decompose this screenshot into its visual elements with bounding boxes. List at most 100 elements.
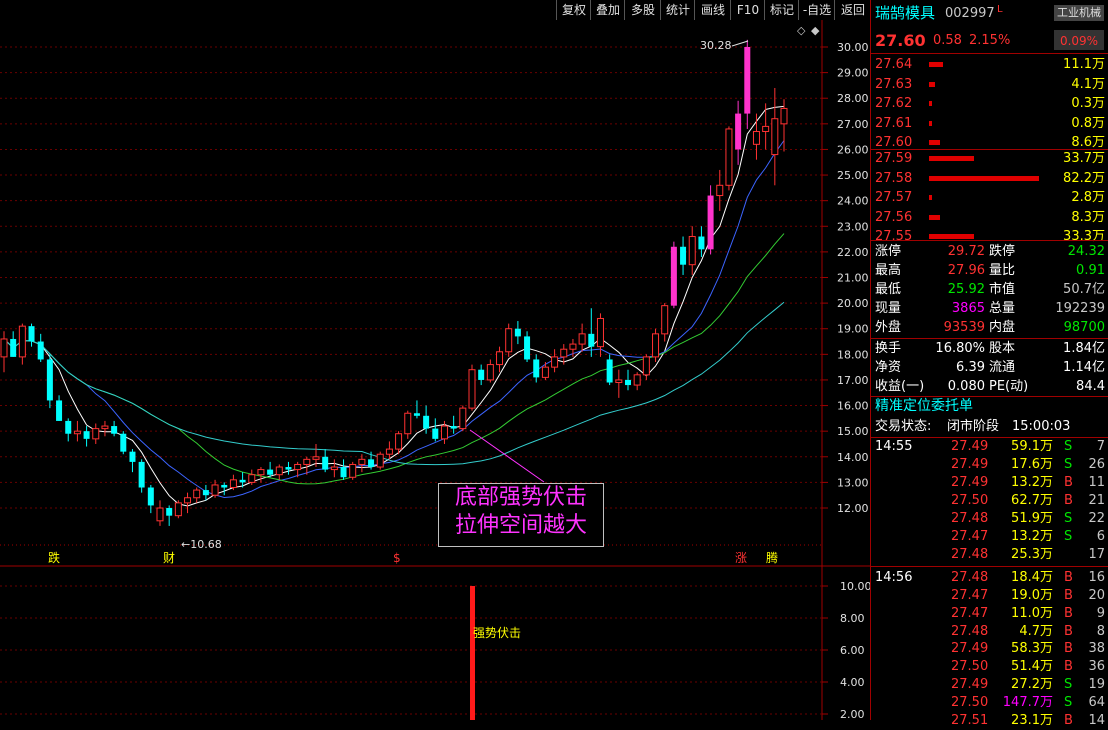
ask-row[interactable]: 27.61 0.8万 bbox=[871, 115, 1108, 133]
tick-count: 36 bbox=[1088, 659, 1105, 675]
quote-panel: 瑞鹄模具 002997 L 工业机械 27.60 0.58 2.15% 0.09… bbox=[870, 0, 1108, 728]
precise-order-link[interactable]: 精准定位委托单 bbox=[871, 396, 1108, 417]
ask-row[interactable]: 27.64 11.1万 bbox=[871, 56, 1108, 74]
book-price: 27.57 bbox=[875, 190, 913, 206]
tick-volume: 58.3万 bbox=[1011, 641, 1053, 657]
marker-cai: 财 bbox=[163, 551, 175, 565]
mark-button[interactable]: 标记 bbox=[764, 0, 799, 20]
tick-side: B bbox=[1064, 623, 1073, 639]
candle-body bbox=[615, 379, 623, 384]
tick-volume: 13.2万 bbox=[1011, 528, 1053, 544]
tick-row: 27.51 23.1万 B 14 bbox=[871, 712, 1108, 730]
candle-body bbox=[330, 466, 338, 471]
tick-volume: 4.7万 bbox=[1019, 623, 1053, 639]
stat-value: 98700 bbox=[1063, 320, 1105, 335]
tick-row: 27.48 4.7万 B 8 bbox=[871, 623, 1108, 641]
tick-row: 27.49 58.3万 B 38 bbox=[871, 640, 1108, 658]
overlay-button[interactable]: 叠加 bbox=[590, 0, 625, 20]
stat-row: 涨停 29.72 跌停 24.32 bbox=[871, 242, 1108, 261]
tick-volume: 13.2万 bbox=[1011, 474, 1053, 490]
tick-count: 17 bbox=[1088, 546, 1105, 562]
tick-volume: 11.0万 bbox=[1011, 605, 1053, 621]
tick-price: 27.48 bbox=[951, 510, 989, 526]
candle-body bbox=[771, 118, 779, 156]
price-change: 0.58 bbox=[933, 33, 962, 48]
bid-row[interactable]: 27.59 33.7万 bbox=[871, 150, 1108, 168]
fund-label: 换手 bbox=[875, 341, 902, 356]
tick-volume: 18.4万 bbox=[1011, 569, 1053, 585]
current-price: 27.60 bbox=[875, 31, 926, 50]
candle-body bbox=[184, 497, 192, 504]
candle-body bbox=[37, 341, 44, 360]
ask-row[interactable]: 27.62 0.3万 bbox=[871, 95, 1108, 113]
bid-row[interactable]: 27.58 82.2万 bbox=[871, 170, 1108, 188]
industry-button[interactable]: 工业机械 bbox=[1054, 5, 1104, 21]
price-tick: 26.00 bbox=[837, 143, 869, 156]
tick-price: 27.47 bbox=[951, 587, 989, 603]
candle-body bbox=[698, 236, 705, 250]
sub-tick: 4.00 bbox=[840, 676, 865, 689]
stat-value: 93539 bbox=[943, 320, 985, 335]
book-bar bbox=[929, 156, 974, 161]
tick-row: 27.47 19.0万 B 20 bbox=[871, 587, 1108, 605]
add-favorite-button[interactable]: -自选 bbox=[798, 0, 835, 20]
candle-body bbox=[596, 317, 604, 348]
candle-body bbox=[18, 325, 26, 358]
price-axis: 30.00 29.00 28.00 27.00 26.00 25.00 24.00 23.00… bbox=[822, 41, 869, 515]
kline-chart[interactable]: 30.00 29.00 28.00 27.00 26.00 25.00 24.00 23.00… bbox=[0, 20, 870, 720]
book-bar bbox=[929, 140, 940, 146]
toolbar: 复权 叠加 多股 统计 画线 F10 标记 -自选 返回 bbox=[0, 0, 870, 20]
tick-count: 7 bbox=[1096, 439, 1105, 454]
candle-body bbox=[303, 458, 311, 465]
tick-side: S bbox=[1064, 456, 1073, 472]
tick-volume: 147.7万 bbox=[1002, 695, 1053, 711]
bid-row[interactable]: 27.56 8.3万 bbox=[871, 209, 1108, 227]
marker-s: $ bbox=[393, 551, 401, 565]
candle-body bbox=[633, 374, 641, 386]
book-bar bbox=[929, 175, 1039, 181]
settings-diamond-icon: ◆ bbox=[811, 24, 820, 37]
candle-body bbox=[294, 463, 302, 471]
multi-stock-button[interactable]: 多股 bbox=[624, 0, 661, 20]
statistics-button[interactable]: 统计 bbox=[660, 0, 695, 20]
book-price: 27.59 bbox=[875, 151, 913, 166]
tick-volume: 62.7万 bbox=[1011, 492, 1053, 508]
candle-body bbox=[780, 107, 788, 125]
bid-row[interactable]: 27.57 2.8万 bbox=[871, 189, 1108, 207]
draw-line-button[interactable]: 画线 bbox=[694, 0, 731, 20]
tick-side: B bbox=[1064, 587, 1073, 603]
tick-side: B bbox=[1064, 569, 1073, 585]
candle-body bbox=[368, 459, 375, 468]
candle-body bbox=[73, 430, 81, 435]
tick-count: 26 bbox=[1088, 456, 1105, 472]
tick-volume: 23.1万 bbox=[1011, 713, 1053, 729]
tick-price: 27.51 bbox=[951, 713, 989, 729]
ask-row[interactable]: 27.63 4.1万 bbox=[871, 76, 1108, 94]
book-price: 27.62 bbox=[875, 96, 913, 112]
candle-body bbox=[0, 338, 8, 358]
back-button[interactable]: 返回 bbox=[834, 0, 871, 20]
fuquan-button[interactable]: 复权 bbox=[556, 0, 591, 20]
tick-side: B bbox=[1064, 641, 1073, 657]
stat-label: 总量 bbox=[989, 301, 1016, 316]
candle-body bbox=[505, 328, 513, 353]
fund-row: 收益(一) 0.080 PE(动) 84.4 bbox=[871, 377, 1108, 396]
book-bar bbox=[929, 101, 932, 107]
candle-body bbox=[174, 502, 182, 517]
price-tick: 22.00 bbox=[837, 246, 869, 259]
candle-body bbox=[588, 333, 595, 347]
price-tick: 29.00 bbox=[837, 67, 869, 80]
book-volume: 0.3万 bbox=[1071, 96, 1105, 112]
tick-side: S bbox=[1064, 439, 1073, 454]
stat-value: 24.32 bbox=[1067, 244, 1105, 259]
candle-body bbox=[450, 426, 457, 429]
candle-body bbox=[496, 351, 504, 366]
candle-body bbox=[569, 343, 577, 350]
tick-side: B bbox=[1064, 605, 1073, 621]
tick-row: 14:55 27.49 59.1万 S 7 bbox=[871, 438, 1108, 456]
tick-row: 27.50 62.7万 B 21 bbox=[871, 492, 1108, 510]
annotation-line2: 拉伸空间越大 bbox=[454, 513, 587, 538]
f10-button[interactable]: F10 bbox=[730, 0, 765, 20]
tick-volume: 25.3万 bbox=[1011, 546, 1053, 562]
tick-side: B bbox=[1064, 659, 1073, 675]
